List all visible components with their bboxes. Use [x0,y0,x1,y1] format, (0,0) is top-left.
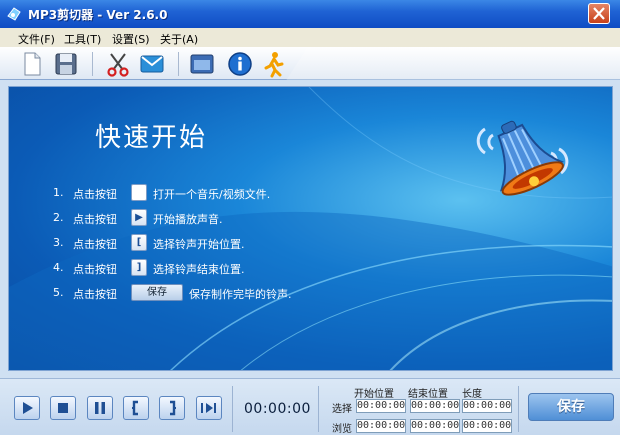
browse-start-field[interactable]: 00:00:00 [356,419,406,433]
step-prefix: 点击按钮 [73,188,117,201]
separator [518,386,519,432]
window-title: MP3剪切器 - Ver 2.6.0 [28,8,168,22]
select-end-field[interactable]: 00:00:00 [410,399,460,413]
pause-button[interactable] [87,396,113,420]
step-text: 打开一个音乐/视频文件. [153,188,271,201]
menu-settings[interactable]: 设置(S) [112,31,150,47]
save-button[interactable]: 保存 [528,393,614,421]
step-number: 2. [53,211,64,224]
play-icon: ▶ [131,209,147,226]
step-number: 5. [53,286,64,299]
new-file-icon[interactable] [18,50,46,78]
pause-icon [95,402,105,414]
step-number: 4. [53,261,64,274]
play-selection-button[interactable] [196,396,222,420]
select-length-field[interactable]: 00:00:00 [462,399,512,413]
email-icon[interactable] [138,50,166,78]
step-number: 1. [53,186,64,199]
running-man-icon[interactable] [260,50,288,78]
step-text: 保存制作完毕的铃声. [189,288,292,301]
browse-length-field[interactable]: 00:00:00 [462,419,512,433]
toolbar-separator [92,52,93,76]
open-file-icon [131,184,147,201]
select-start-field[interactable]: 00:00:00 [356,399,406,413]
stop-button[interactable] [50,396,76,420]
step-prefix: 点击按钮 [73,288,117,301]
play-button[interactable] [14,396,40,420]
menu-about[interactable]: 关于(A) [160,31,198,47]
bracket-close-icon [170,400,176,416]
quick-start-heading: 快速开始 [95,123,208,153]
close-icon [593,7,605,20]
menu-tools[interactable]: 工具(T) [64,31,101,47]
scissors-icon[interactable] [104,50,132,78]
select-row-label: 选择 [332,404,352,415]
time-display: 00:00:00 [244,401,311,417]
mark-start-button[interactable] [123,396,149,420]
play-icon [23,402,33,414]
info-icon[interactable] [226,50,254,78]
mark-end-icon: ] [131,259,147,276]
start-position-header: 开始位置 [354,389,394,400]
stop-icon [58,403,68,413]
end-position-header: 结束位置 [408,389,448,400]
title-bar: MP3剪切器 - Ver 2.6.0 [0,0,620,28]
menu-file[interactable]: 文件(F) [18,31,55,47]
length-header: 长度 [462,389,482,400]
separator [232,386,233,432]
save-icon[interactable] [52,50,80,78]
bracket-open-icon [132,400,138,416]
app-logo-icon [7,7,21,21]
step-prefix: 点击按钮 [73,213,117,226]
quick-start-panel: 快速开始 1. 点击按钮 打开一个音乐/视频文件. 2. 点击按钮 ▶ 开始播放… [8,86,613,371]
play-selection-icon [201,403,216,413]
mark-start-icon: [ [131,234,147,251]
browse-row-label: 浏览 [332,424,352,435]
window-icon[interactable] [188,50,216,78]
mark-end-button[interactable] [159,396,185,420]
step-prefix: 点击按钮 [73,238,117,251]
browse-end-field[interactable]: 00:00:00 [410,419,460,433]
step-number: 3. [53,236,64,249]
save-mini-button: 保存 [131,284,183,301]
step-text: 选择铃声开始位置. [153,238,245,251]
toolbar-separator [178,52,179,76]
step-prefix: 点击按钮 [73,263,117,276]
step-text: 选择铃声结束位置. [153,263,245,276]
ringing-bell-icon [476,120,569,196]
step-text: 开始播放声音. [153,213,223,226]
menu-bar: 文件(F) 工具(T) 设置(S) 关于(A) [0,28,620,47]
close-button[interactable] [588,3,610,24]
separator [318,386,319,432]
